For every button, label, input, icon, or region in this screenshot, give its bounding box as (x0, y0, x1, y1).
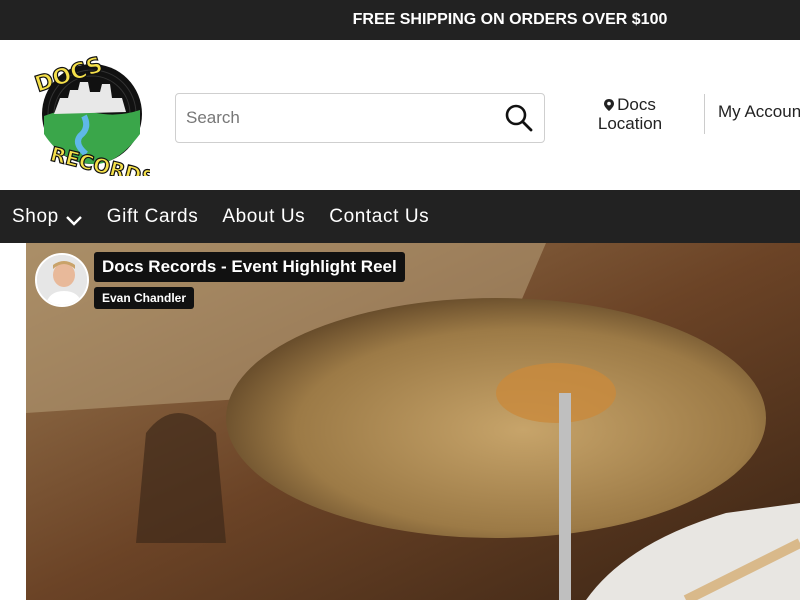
nav-about-us-label: About Us (222, 205, 306, 227)
nav-shop-label: Shop (12, 205, 59, 227)
my-account-link[interactable]: My Accoun (718, 102, 800, 122)
announcement-text: FREE SHIPPING ON ORDERS OVER $100 (352, 11, 668, 28)
my-account-label: My Accoun (718, 102, 800, 121)
search-icon[interactable] (504, 103, 534, 133)
header-divider (704, 94, 705, 134)
video-title[interactable]: Docs Records - Event Highlight Reel (94, 252, 405, 282)
store-location-link[interactable]: Docs Location (590, 95, 670, 133)
video-author[interactable]: Evan Chandler (94, 287, 195, 309)
nav-contact-us-label: Contact Us (329, 205, 430, 227)
nav-about-us[interactable]: About Us (222, 206, 305, 228)
nav-gift-cards[interactable]: Gift Cards (107, 206, 199, 228)
search-input[interactable] (186, 102, 486, 134)
docs-records-logo[interactable]: DOCS RECORDS (30, 52, 158, 191)
location-line1: Docs (617, 95, 656, 114)
nav-gift-cards-label: Gift Cards (106, 205, 199, 227)
author-avatar[interactable] (35, 253, 89, 307)
location-line2: Location (597, 114, 663, 133)
chevron-down-icon (65, 211, 83, 226)
location-pin-icon (604, 96, 615, 111)
site-header: DOCS RECORDS Docs Location My Accoun (0, 40, 800, 191)
search-box (175, 93, 545, 143)
main-nav: Shop Gift Cards About Us Contact Us (0, 190, 800, 243)
announcement-bar: FREE SHIPPING ON ORDERS OVER $100 (0, 0, 800, 40)
nav-shop[interactable]: Shop (12, 206, 83, 228)
nav-contact-us[interactable]: Contact Us (329, 206, 429, 228)
